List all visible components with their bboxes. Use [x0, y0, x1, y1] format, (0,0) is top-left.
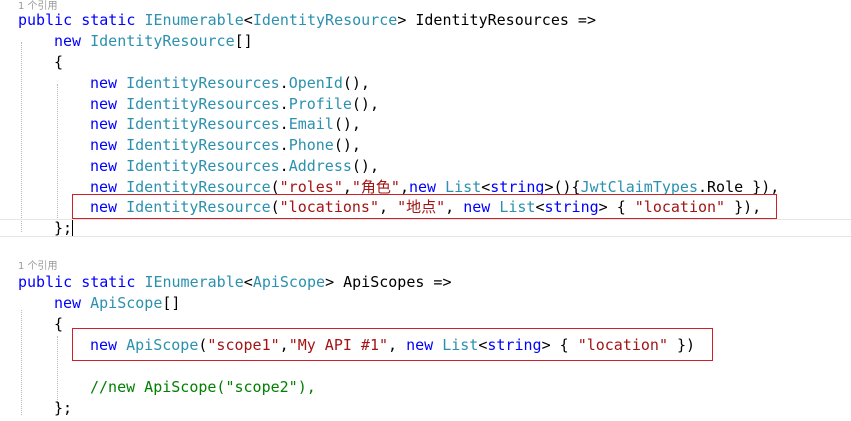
code-line-item: new IdentityResources.Address(), [90, 156, 379, 176]
indent-guide [21, 42, 22, 232]
keyword: new [90, 157, 118, 175]
member-name: Profile [288, 95, 352, 113]
text-caret [72, 220, 73, 236]
indent-guide [57, 336, 58, 406]
keyword: new [54, 32, 82, 50]
member-name: Phone [288, 136, 334, 154]
punct: > [325, 273, 335, 291]
keyword: new [54, 294, 82, 312]
type-name: ApiScope [252, 273, 326, 291]
punct: . [279, 74, 289, 92]
punct: (), [351, 95, 379, 113]
punct: (), [342, 74, 370, 92]
type-name: IEnumerable [144, 273, 244, 291]
close-brace: }; [54, 219, 73, 237]
punct: > [397, 11, 407, 29]
punct: (), [333, 136, 361, 154]
code-line-item: new IdentityResources.Phone(), [90, 135, 361, 155]
punct: < [243, 273, 253, 291]
type-name: IEnumerable [144, 11, 244, 29]
code-line-signature: public static IEnumerable<ApiScope> ApiS… [18, 272, 452, 292]
punct: . [279, 136, 289, 154]
keyword: new [90, 115, 118, 133]
identifier: ApiScopes => [334, 273, 452, 291]
code-line-item: new IdentityResources.Profile(), [90, 94, 379, 114]
comment-line: //new ApiScope("scope2"), [90, 378, 316, 396]
code-editor[interactable]: 1 个引用 public static IEnumerable<Identity… [0, 0, 851, 421]
open-brace: { [54, 53, 64, 71]
current-line-highlight [0, 219, 851, 237]
punct: (), [333, 115, 361, 133]
open-brace: { [54, 315, 64, 333]
type-name: ApiScope [90, 294, 163, 312]
punct: . [279, 115, 289, 133]
type-name: IdentityResource [252, 11, 398, 29]
punct: [] [162, 294, 181, 312]
indent-guide [21, 310, 22, 415]
code-line-new-array: new ApiScope[] [54, 293, 180, 313]
close-brace: }; [54, 399, 73, 417]
punct: . [279, 95, 289, 113]
code-line-signature: public static IEnumerable<IdentityResour… [18, 10, 596, 30]
keyword: public [18, 273, 73, 291]
type-name: IdentityResources [126, 74, 280, 92]
punct: [] [234, 32, 253, 50]
keyword: new [90, 95, 118, 113]
indent-guide [57, 84, 58, 224]
keyword: public [18, 11, 73, 29]
type-name: IdentityResources [126, 115, 280, 133]
highlight-box-locations [72, 194, 777, 219]
punct: . [279, 157, 289, 175]
code-line-item: new IdentityResources.Email(), [90, 114, 361, 134]
type-name: IdentityResources [126, 95, 280, 113]
keyword: static [81, 273, 136, 291]
type-name: IdentityResources [126, 157, 280, 175]
type-name: IdentityResources [126, 136, 280, 154]
code-line-item: new IdentityResources.OpenId(), [90, 73, 370, 93]
punct: < [243, 11, 253, 29]
keyword: static [81, 11, 136, 29]
keyword: new [90, 136, 118, 154]
member-name: OpenId [288, 74, 343, 92]
keyword: new [90, 74, 118, 92]
identifier: IdentityResources => [406, 11, 596, 29]
punct: (), [351, 157, 379, 175]
code-line-new-array: new IdentityResource[] [54, 31, 253, 51]
highlight-box-scope1 [72, 328, 713, 361]
member-name: Email [288, 115, 334, 133]
member-name: Address [288, 157, 352, 175]
type-name: IdentityResource [90, 32, 235, 50]
